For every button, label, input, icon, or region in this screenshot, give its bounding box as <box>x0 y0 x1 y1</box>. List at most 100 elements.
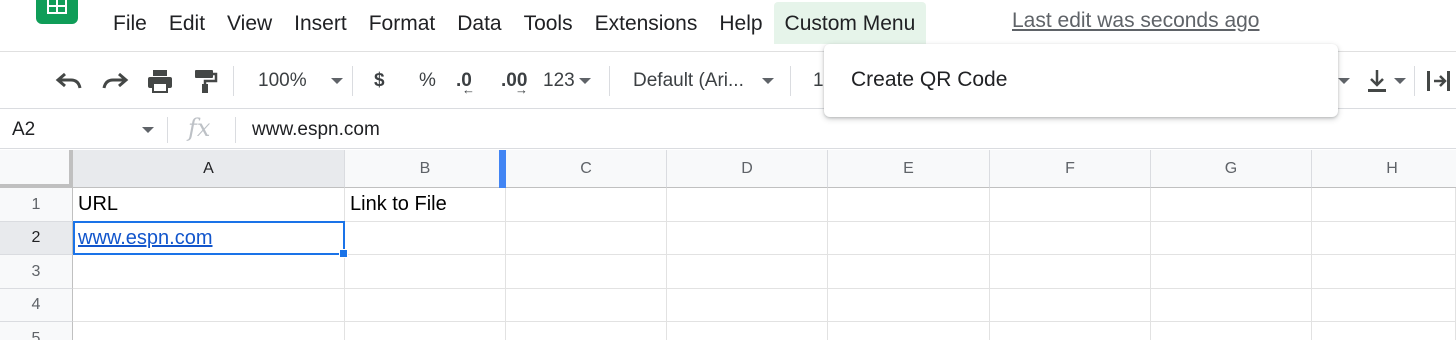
formula-input[interactable]: www.espn.com <box>252 119 380 141</box>
cell-a2[interactable]: www.espn.com <box>73 222 345 255</box>
last-edit-link[interactable]: Last edit was seconds ago <box>1012 9 1260 33</box>
column-header-c[interactable]: C <box>506 150 667 188</box>
cell-f3[interactable] <box>990 255 1151 289</box>
chevron-down-icon[interactable] <box>1338 52 1350 110</box>
cell-b4[interactable] <box>345 289 506 322</box>
cell-e5[interactable] <box>828 322 990 340</box>
cell-c5[interactable] <box>506 322 667 340</box>
print-icon[interactable] <box>146 52 174 110</box>
menu-format[interactable]: Format <box>358 2 447 44</box>
menu-bar: File Edit View Insert Format Data Tools … <box>0 0 1456 46</box>
cell-d1[interactable] <box>667 188 828 222</box>
cell-a1[interactable]: URL <box>73 188 345 222</box>
menu-help[interactable]: Help <box>708 2 773 44</box>
font-size-input[interactable]: 1 <box>813 52 824 110</box>
cell-c2[interactable] <box>506 222 667 255</box>
cell-c3[interactable] <box>506 255 667 289</box>
arrow-left-icon: ← <box>462 82 475 97</box>
cell-f2[interactable] <box>990 222 1151 255</box>
chevron-down-icon <box>761 78 774 84</box>
spreadsheet-grid: A B C D E F G H 1 2 3 4 5 URL Link to Fi… <box>0 150 1456 340</box>
cell-c4[interactable] <box>506 289 667 322</box>
column-header-d[interactable]: D <box>667 150 828 188</box>
vertical-align-icon[interactable] <box>1366 52 1406 110</box>
cell-b2[interactable] <box>345 222 506 255</box>
column-resize-handle[interactable] <box>499 150 506 188</box>
cell-d4[interactable] <box>667 289 828 322</box>
menu-file[interactable]: File <box>102 2 158 44</box>
column-header-g[interactable]: G <box>1151 150 1312 188</box>
fx-icon: fx <box>188 114 211 142</box>
cell-g3[interactable] <box>1151 255 1312 289</box>
chevron-down-icon <box>330 78 343 84</box>
more-formats-label: 123 <box>543 70 575 91</box>
cell-f1[interactable] <box>990 188 1151 222</box>
percent-format-button[interactable]: % <box>419 52 436 110</box>
zoom-select[interactable]: 100% <box>258 52 343 110</box>
currency-format-button[interactable]: $ <box>374 52 385 110</box>
row-header-1[interactable]: 1 <box>0 188 73 222</box>
cell-g1[interactable] <box>1151 188 1312 222</box>
menu-view[interactable]: View <box>216 2 283 44</box>
row-header-5[interactable]: 5 <box>0 322 73 340</box>
font-select[interactable]: Default (Ari... <box>633 52 774 110</box>
cell-a5[interactable] <box>73 322 345 340</box>
text-wrap-icon[interactable] <box>1425 52 1451 110</box>
cell-h1[interactable] <box>1312 188 1456 222</box>
more-formats-button[interactable]: 123 <box>543 52 591 110</box>
cell-b3[interactable] <box>345 255 506 289</box>
chevron-down-icon[interactable] <box>142 127 154 133</box>
menu-data[interactable]: Data <box>446 2 512 44</box>
menu-extensions[interactable]: Extensions <box>584 2 709 44</box>
menu-insert[interactable]: Insert <box>283 2 358 44</box>
cell-d2[interactable] <box>667 222 828 255</box>
name-box[interactable]: A2 <box>12 119 35 141</box>
cell-e1[interactable] <box>828 188 990 222</box>
undo-icon[interactable] <box>55 52 83 110</box>
cell-h2[interactable] <box>1312 222 1456 255</box>
row-header-4[interactable]: 4 <box>0 289 73 322</box>
cell-e2[interactable] <box>828 222 990 255</box>
menu-edit[interactable]: Edit <box>158 2 216 44</box>
cell-c1[interactable] <box>506 188 667 222</box>
select-all-corner[interactable] <box>0 150 73 188</box>
zoom-value: 100% <box>258 70 307 91</box>
redo-icon[interactable] <box>101 52 129 110</box>
font-value: Default (Ari... <box>633 70 744 91</box>
cell-b5[interactable] <box>345 322 506 340</box>
column-header-a[interactable]: A <box>73 150 345 188</box>
custom-menu-dropdown: Create QR Code <box>824 44 1338 117</box>
increase-decimal-button[interactable]: .00 → <box>501 52 528 110</box>
cell-e4[interactable] <box>828 289 990 322</box>
row-header-3[interactable]: 3 <box>0 255 73 289</box>
cell-a3[interactable] <box>73 255 345 289</box>
cell-g5[interactable] <box>1151 322 1312 340</box>
row-header-2[interactable]: 2 <box>0 222 73 255</box>
cell-f5[interactable] <box>990 322 1151 340</box>
cell-h5[interactable] <box>1312 322 1456 340</box>
cell-g4[interactable] <box>1151 289 1312 322</box>
menu-tools[interactable]: Tools <box>513 2 584 44</box>
decrease-decimal-button[interactable]: .0 ← <box>456 52 475 110</box>
cell-g2[interactable] <box>1151 222 1312 255</box>
cell-h3[interactable] <box>1312 255 1456 289</box>
create-qr-code-menu-item[interactable]: Create QR Code <box>851 68 1007 92</box>
chevron-down-icon <box>578 78 591 84</box>
cell-b1[interactable]: Link to File <box>345 188 506 222</box>
cell-h4[interactable] <box>1312 289 1456 322</box>
menu-custom-menu[interactable]: Custom Menu <box>773 2 927 44</box>
cell-d3[interactable] <box>667 255 828 289</box>
column-header-h[interactable]: H <box>1312 150 1456 188</box>
column-header-e[interactable]: E <box>828 150 990 188</box>
cell-a4[interactable] <box>73 289 345 322</box>
paint-format-icon[interactable] <box>192 52 218 110</box>
cell-e3[interactable] <box>828 255 990 289</box>
sheets-logo-icon[interactable] <box>36 0 78 24</box>
chevron-down-icon <box>1394 78 1406 84</box>
cell-f4[interactable] <box>990 289 1151 322</box>
fill-handle[interactable] <box>339 249 348 258</box>
column-header-f[interactable]: F <box>990 150 1151 188</box>
column-header-b[interactable]: B <box>345 150 506 188</box>
cell-d5[interactable] <box>667 322 828 340</box>
menu-items: File Edit View Insert Format Data Tools … <box>102 0 927 46</box>
